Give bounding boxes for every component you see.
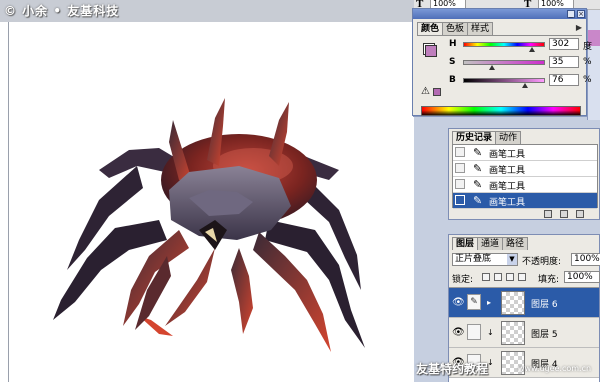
history-footer: [452, 209, 598, 219]
layer-name: 图层 6: [531, 300, 558, 310]
saturation-slider-thumb[interactable]: [488, 65, 495, 70]
history-item-label: 画笔工具: [489, 150, 526, 160]
layer-name: 图层 5: [531, 330, 558, 340]
eye-icon[interactable]: 👁: [452, 297, 465, 308]
brightness-unit: %: [583, 75, 592, 85]
saturation-unit: %: [583, 57, 592, 67]
gamut-warning-swatch[interactable]: [433, 88, 441, 96]
canvas-title-strip: © 小余 • 友基科技: [0, 0, 414, 22]
blend-mode-value: 正片叠底: [455, 254, 492, 264]
layers-palette-tabs: 图层 通道 路径: [452, 237, 529, 250]
history-source-checkbox[interactable]: [455, 147, 465, 157]
color-palette-titlebar[interactable]: _ ×: [413, 9, 586, 19]
watermark-bottom-url: www.ugee.com.cn: [518, 364, 592, 373]
brush-icon: ✎: [473, 194, 483, 207]
eye-icon[interactable]: 👁: [452, 327, 465, 338]
color-palette: _ × 颜色 色板 样式 ▶ H 302 度 S 35 % B 76 % ⚠: [412, 8, 592, 116]
brush-icon: ✎: [473, 178, 483, 191]
tab-color[interactable]: 颜色: [417, 22, 444, 35]
history-source-checkbox[interactable]: [455, 179, 465, 189]
history-item-label: 画笔工具: [489, 198, 526, 208]
snapshot-icon[interactable]: [560, 210, 568, 218]
tab-swatches[interactable]: 色板: [442, 22, 469, 35]
close-icon[interactable]: ×: [577, 10, 585, 18]
opacity-field[interactable]: 100%: [571, 253, 600, 266]
history-list: ✎ 画笔工具 ✎ 画笔工具 ✎ 画笔工具 ✎ 画笔工具: [452, 144, 598, 209]
saturation-value-field[interactable]: 35: [549, 56, 579, 68]
lock-position-icon[interactable]: [506, 273, 514, 281]
hue-unit: 度: [583, 42, 593, 52]
spider-creature-artwork: [53, 98, 365, 352]
brush-icon: ✎: [473, 162, 483, 175]
fill-field[interactable]: 100%: [564, 271, 600, 283]
color-spectrum-bar[interactable]: [421, 106, 581, 116]
tab-actions[interactable]: 动作: [495, 131, 522, 144]
tab-layers[interactable]: 图层: [452, 237, 479, 250]
saturation-slider-track[interactable]: [463, 60, 545, 65]
tab-styles[interactable]: 样式: [467, 22, 494, 35]
gamut-warning-icon[interactable]: ⚠: [421, 87, 430, 97]
layer-row-selected[interactable]: 👁 ✎ ▸ 图层 6: [449, 288, 599, 318]
history-item-selected[interactable]: ✎ 画笔工具: [453, 193, 597, 209]
foreground-color-swatch[interactable]: [425, 45, 437, 57]
brightness-slider-track[interactable]: [463, 78, 545, 83]
brush-icon[interactable]: ✎: [467, 294, 481, 310]
lock-label: 锁定:: [452, 275, 474, 285]
trash-icon[interactable]: [576, 210, 584, 218]
history-palette: 历史记录 动作 ✎ 画笔工具 ✎ 画笔工具 ✎ 画笔工具 ✎ 画笔工具: [448, 128, 600, 220]
lock-transparency-icon[interactable]: [482, 273, 490, 281]
tab-channels[interactable]: 通道: [477, 237, 504, 250]
lock-row: 锁定: 填充: 100%: [452, 271, 600, 285]
brightness-value-field[interactable]: 76: [549, 74, 579, 86]
history-source-checkbox[interactable]: [455, 195, 465, 205]
history-item[interactable]: ✎ 画笔工具: [453, 177, 597, 193]
history-item-label: 画笔工具: [489, 182, 526, 192]
tab-history[interactable]: 历史记录: [452, 131, 497, 144]
layer-thumbnail: [501, 291, 525, 315]
document-canvas[interactable]: © 小余 • 友基科技: [0, 0, 414, 382]
brightness-slider-row: B 76 %: [441, 74, 592, 88]
history-item-label: 画笔工具: [489, 166, 526, 176]
layer-thumbnail: [501, 321, 525, 345]
artwork-area[interactable]: [8, 22, 414, 382]
hue-label: H: [449, 39, 457, 49]
palette-menu-icon[interactable]: ▶: [576, 23, 582, 32]
opacity-label: 不透明度:: [522, 257, 562, 267]
history-source-checkbox[interactable]: [455, 163, 465, 173]
layer-row[interactable]: 👁 ↓ 图层 5: [449, 318, 599, 348]
history-item[interactable]: ✎ 画笔工具: [453, 161, 597, 177]
brightness-label: B: [449, 75, 456, 85]
hue-slider-row: H 302 度: [441, 38, 592, 52]
watermark-bottom: 友基特约教程 www.ugee.com.cn: [414, 360, 600, 380]
brightness-slider-thumb[interactable]: [522, 83, 529, 88]
saturation-label: S: [449, 57, 456, 67]
minimize-icon[interactable]: _: [567, 10, 575, 18]
hue-value-field[interactable]: 302: [549, 38, 579, 50]
clip-arrow-icon: ↓: [487, 328, 494, 337]
watermark-top: © 小余 • 友基科技: [4, 4, 120, 18]
hue-slider-thumb[interactable]: [528, 47, 535, 52]
tab-paths[interactable]: 路径: [502, 237, 529, 250]
history-palette-tabs: 历史记录 动作: [452, 131, 522, 144]
watermark-bottom-text: 友基特约教程: [416, 362, 489, 376]
new-document-icon[interactable]: [544, 210, 552, 218]
history-item[interactable]: ✎ 画笔工具: [453, 145, 597, 161]
background-color-swatch[interactable]: [423, 43, 437, 57]
blend-mode-select[interactable]: 正片叠底 ▼: [452, 253, 518, 266]
lock-all-icon[interactable]: [518, 273, 526, 281]
saturation-slider-row: S 35 %: [441, 56, 592, 70]
link-icon[interactable]: [467, 324, 481, 340]
chevron-down-icon[interactable]: ▼: [507, 254, 517, 265]
brush-icon: ✎: [473, 146, 483, 159]
fill-label: 填充:: [538, 275, 560, 285]
lock-image-icon[interactable]: [494, 273, 502, 281]
color-palette-body: H 302 度 S 35 % B 76 % ⚠: [417, 35, 592, 116]
clip-arrow-icon: ▸: [487, 298, 492, 307]
color-palette-tabs: 颜色 色板 样式: [417, 22, 494, 35]
